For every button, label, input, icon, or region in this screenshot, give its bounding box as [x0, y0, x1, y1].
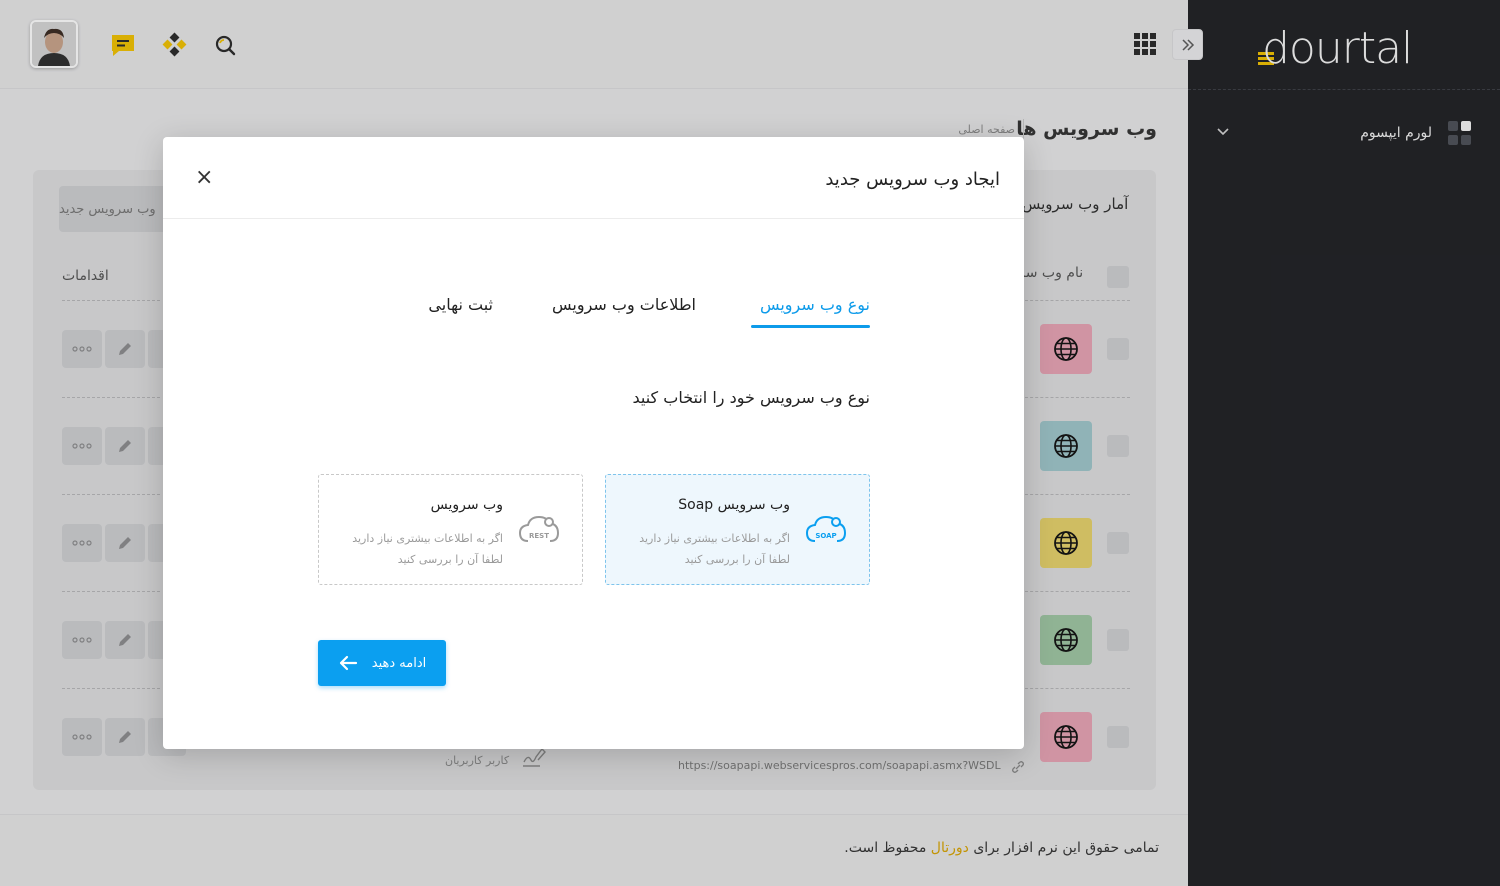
section-label: نوع وب سرویس خود را انتخاب کنید	[632, 388, 871, 407]
option-soap-title: وب سرویس Soap	[678, 497, 790, 513]
continue-button-label: ادامه دهید	[371, 655, 427, 671]
modal-divider	[163, 218, 1024, 219]
app-root: dourtal لورم ایپسوم وب سرویس ها صفحه اصل…	[0, 0, 1500, 886]
create-webservice-modal: ایجاد وب سرویس جدید × نوع وب سرویس اطلاع…	[163, 137, 1024, 749]
option-rest-desc-line2: لطفا آن را بررسی کنید	[397, 553, 503, 566]
rest-cloud-icon: REST	[518, 511, 560, 547]
tab-webservice-type[interactable]: نوع وب سرویس	[760, 295, 870, 314]
close-icon[interactable]: ×	[195, 167, 213, 189]
option-rest-title: وب سرویس	[430, 497, 503, 513]
double-chevron-icon	[1181, 38, 1194, 51]
tab-final-submit[interactable]: ثبت نهایی	[428, 295, 493, 314]
modal-title: ایجاد وب سرویس جدید	[825, 169, 1000, 190]
option-soap-desc-line2: لطفا آن را بررسی کنید	[684, 553, 790, 566]
collapse-sidebar-button[interactable]	[1172, 29, 1203, 60]
continue-button[interactable]: ادامه دهید	[318, 640, 446, 686]
option-soap-card[interactable]: SOAP وب سرویس Soap اگر به اطلاعات بیشتری…	[605, 474, 870, 585]
arrow-left-icon	[339, 655, 357, 671]
svg-text:SOAP: SOAP	[815, 532, 836, 540]
option-rest-desc-line1: اگر به اطلاعات بیشتری نیاز دارید	[352, 532, 503, 545]
soap-cloud-icon: SOAP	[805, 511, 847, 547]
option-rest-card[interactable]: REST وب سرویس اگر به اطلاعات بیشتری نیاز…	[318, 474, 583, 585]
option-soap-desc-line1: اگر به اطلاعات بیشتری نیاز دارید	[639, 532, 790, 545]
active-tab-indicator	[751, 325, 870, 328]
tab-webservice-info[interactable]: اطلاعات وب سرویس	[552, 295, 696, 314]
svg-text:REST: REST	[529, 532, 549, 540]
